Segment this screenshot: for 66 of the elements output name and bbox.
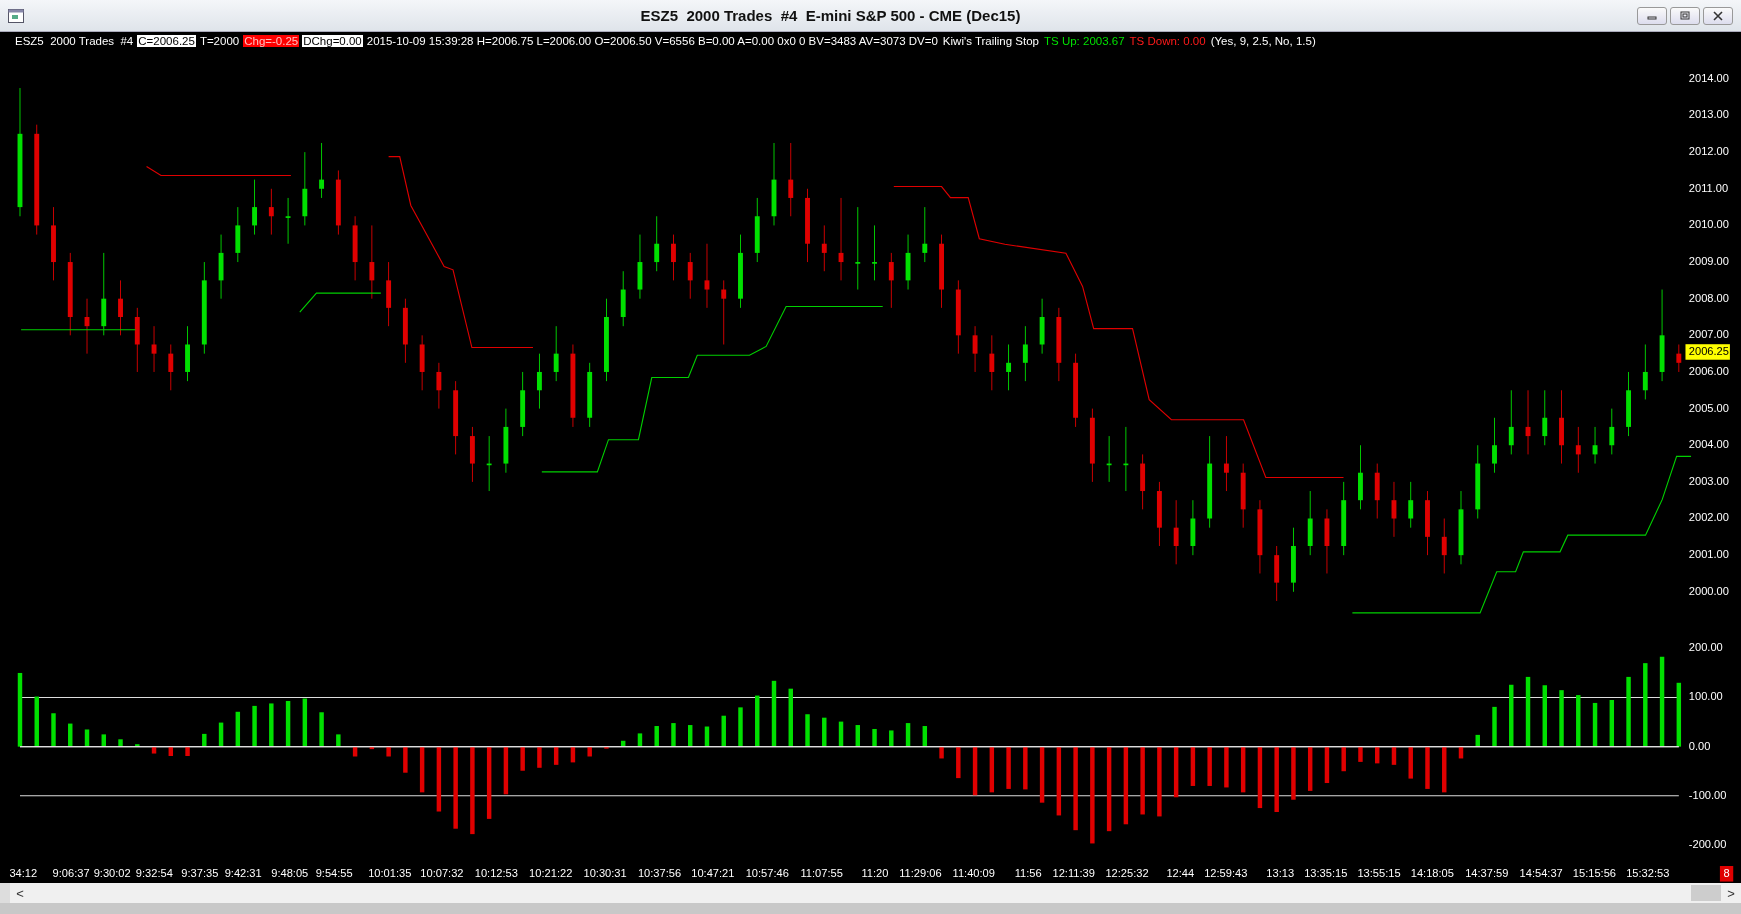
time-label: 9:06:37 (52, 866, 90, 879)
time-label: 10:30:31 (583, 866, 627, 879)
time-label: 10:57:46 (745, 866, 789, 879)
time-label: 34:12 (9, 866, 38, 879)
time-label: 9:37:35 (181, 866, 219, 879)
time-label: 10:37:56 (637, 866, 682, 879)
time-label: 12:59:43 (1204, 866, 1248, 879)
time-label: 14:54:37 (1519, 866, 1563, 879)
time-label: 11:20 (861, 866, 889, 879)
info-text: TS Up: 2003.67 (1043, 34, 1126, 47)
indicator-label: -100.00 (1688, 788, 1727, 801)
info-text: ESZ5 2000 Trades #4 (14, 34, 135, 47)
time-label: 10:21:22 (529, 866, 573, 879)
info-text: C=2006.25 (137, 34, 196, 47)
time-label: 11:07:55 (800, 866, 843, 879)
price-label: 2000.00 (1688, 584, 1729, 597)
time-label: 10:47:21 (691, 866, 735, 879)
time-label: 14:37:59 (1465, 866, 1509, 879)
price-label: 2002.00 (1688, 511, 1729, 524)
info-text: (Yes, 9, 2.5, No, 1.5) (1209, 34, 1317, 47)
price-label: 2008.00 (1688, 291, 1729, 304)
price-label: 2011.00 (1688, 181, 1729, 194)
corner-badge: 8 (1719, 866, 1734, 882)
time-label: 13:55:15 (1357, 866, 1401, 879)
info-text: 2015-10-09 15:39:28 H=2006.75 L=2006.00 O=2006.50 V=6556 B=0.00 A=0.00 0x0 0 BV=3483 AV=3073 DV=0 (365, 34, 939, 47)
price-label: 2003.00 (1688, 474, 1729, 487)
indicator-label: 100.00 (1688, 690, 1723, 703)
time-label: 12:25:32 (1105, 866, 1149, 879)
info-text: DChg=0.00 (302, 34, 363, 47)
info-text: TS Down: 0.00 (1128, 34, 1207, 47)
indicator-label: 200.00 (1688, 641, 1723, 654)
time-label: 11:56 (1014, 866, 1042, 879)
time-label: 11:29:06 (899, 866, 942, 879)
time-label: 9:54:55 (315, 866, 353, 879)
time-label: 10:12:53 (474, 866, 518, 879)
time-label: 10:01:35 (368, 866, 412, 879)
time-label: 9:30:02 (93, 866, 131, 879)
price-label: 2014.00 (1688, 71, 1729, 84)
time-label: 12:44 (1166, 866, 1195, 879)
time-label: 13:35:15 (1304, 866, 1348, 879)
price-label: 2012.00 (1688, 145, 1729, 158)
time-label: 11:40:09 (952, 866, 995, 879)
info-text: Kiwi's Trailing Stop (941, 34, 1040, 47)
price-label: 2013.00 (1688, 108, 1729, 121)
time-label: 12:11:39 (1052, 866, 1095, 879)
price-label: 2005.00 (1688, 401, 1729, 414)
time-label: 13:13 (1266, 866, 1295, 879)
time-label: 9:32:54 (135, 866, 173, 879)
time-label: 15:15:56 (1572, 866, 1617, 879)
indicator-label: -200.00 (1688, 837, 1727, 850)
time-label: 14:18:05 (1410, 866, 1454, 879)
window-title: ESZ5 2000 Trades #4 E-mini S&P 500 - CME (Dec15) (639, 7, 1022, 24)
time-label: 15:32:53 (1626, 866, 1670, 879)
price-label: 2006.00 (1688, 364, 1729, 377)
price-label: 2001.00 (1688, 548, 1729, 561)
price-label: 2010.00 (1688, 218, 1729, 231)
price-label: 2007.00 (1688, 328, 1729, 341)
time-label: 9:48:05 (271, 866, 309, 879)
last-price-label: 2006.25 (1685, 344, 1730, 360)
time-label: 10:07:32 (420, 866, 464, 879)
price-label: 2009.00 (1688, 255, 1729, 267)
info-text: Chg=-0.25 (243, 34, 300, 47)
info-text: T=2000 (198, 34, 241, 47)
price-label: 2004.00 (1688, 438, 1729, 451)
time-label: 9:42:31 (224, 866, 262, 879)
indicator-label: 0.00 (1688, 739, 1711, 752)
